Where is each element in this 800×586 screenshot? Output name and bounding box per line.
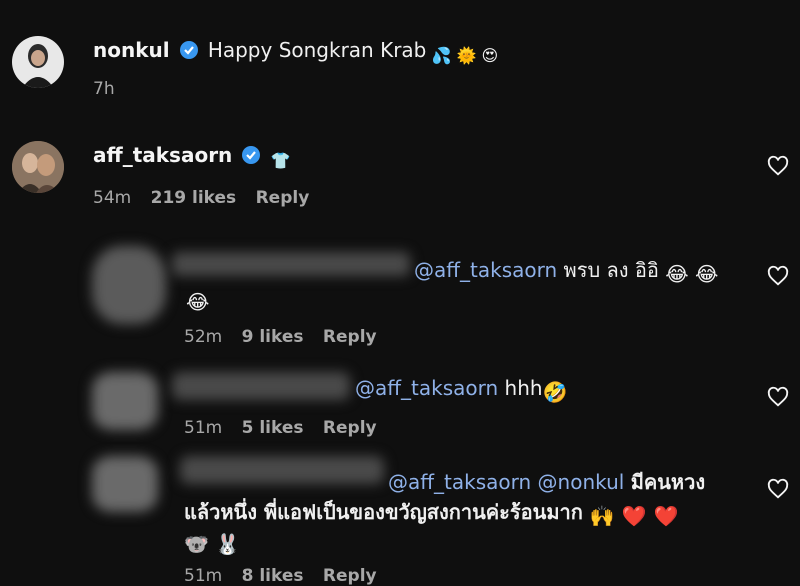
- reply-button[interactable]: Reply: [323, 327, 377, 347]
- rabbit-icon: 🐰: [215, 532, 241, 556]
- reply-time: 52m: [184, 327, 223, 347]
- comment-time: 54m: [93, 188, 132, 208]
- blurred-username: [172, 252, 410, 276]
- red-heart-icon: ❤️: [621, 504, 647, 528]
- reply-text-line: @aff_taksaorn พรบ ลง อิอิ 😂 😂: [414, 254, 718, 286]
- reply-meta: 51m 5 likes Reply: [184, 418, 377, 438]
- reply-text-line-2: แล้วหนึ่ง พี่แอฟเป็นของขวัญสงกานค่ะร้อนม…: [184, 496, 678, 528]
- reply-text: hhh: [504, 376, 543, 400]
- comment-username[interactable]: aff_taksaorn: [93, 143, 232, 167]
- verified-badge-icon: [241, 145, 261, 169]
- reply-text-line: @aff_taksaorn @nonkul มีคนหวง: [388, 466, 705, 498]
- like-heart-icon[interactable]: [767, 478, 789, 500]
- reply-likes[interactable]: 5 likes: [242, 418, 304, 438]
- reply-likes[interactable]: 8 likes: [242, 566, 304, 586]
- reply-avatar-blurred[interactable]: [92, 246, 166, 324]
- reply-time: 51m: [184, 418, 223, 438]
- reply-meta: 51m 8 likes Reply: [184, 566, 377, 586]
- shirt-icon: 👕: [270, 151, 291, 170]
- blurred-username: [180, 456, 384, 484]
- laughing-icon: 😂: [186, 290, 210, 314]
- reply-button[interactable]: Reply: [323, 418, 377, 438]
- blurred-username: [172, 372, 350, 400]
- post-username[interactable]: nonkul: [93, 38, 170, 62]
- post-caption-line: nonkul Happy Songkran Krab 💦 🌞 😍: [93, 38, 498, 65]
- reply-text: แล้วหนึ่ง พี่แอฟเป็นของขวัญสงกานค่ะร้อนม…: [184, 500, 583, 524]
- like-heart-icon[interactable]: [767, 386, 789, 408]
- reply-button[interactable]: Reply: [323, 566, 377, 586]
- comment-meta: 54m 219 likes Reply: [93, 188, 309, 208]
- reply-button[interactable]: Reply: [256, 188, 310, 208]
- reply-text-line-3: 🐨 🐰: [184, 528, 240, 556]
- reply-avatar-blurred[interactable]: [92, 372, 158, 430]
- reply-time: 51m: [184, 566, 223, 586]
- mention-link[interactable]: @aff_taksaorn: [414, 258, 557, 282]
- red-heart-icon: ❤️: [653, 504, 679, 528]
- reply-meta: 52m 9 likes Reply: [184, 327, 377, 347]
- person-icon: [22, 44, 54, 88]
- verified-badge-icon: [179, 40, 199, 64]
- reply-avatar-blurred[interactable]: [92, 456, 158, 512]
- reply-text: พรบ ลง อิอิ: [563, 258, 659, 282]
- reply-text: มีคนหวง: [630, 470, 706, 494]
- comment-likes[interactable]: 219 likes: [151, 188, 237, 208]
- reply-text-line-2: 😂: [186, 286, 209, 314]
- reply-likes[interactable]: 9 likes: [242, 327, 304, 347]
- heart-eyes-icon: 😍: [481, 46, 499, 65]
- comment-line: aff_taksaorn 👕: [93, 143, 290, 170]
- post-avatar[interactable]: [12, 36, 64, 88]
- like-heart-icon[interactable]: [767, 265, 789, 287]
- post-caption: Happy Songkran Krab: [207, 38, 427, 62]
- comment-avatar[interactable]: [12, 141, 64, 193]
- rofl-icon: 🤣: [542, 380, 568, 404]
- laughing-icon: 😂: [695, 262, 719, 286]
- post-time: 7h: [93, 79, 115, 99]
- water-drops-icon: 💦: [431, 46, 452, 65]
- mention-link[interactable]: @aff_taksaorn @nonkul: [388, 470, 624, 494]
- couple-photo-icon: [12, 141, 64, 193]
- mention-link[interactable]: @aff_taksaorn: [355, 376, 498, 400]
- like-heart-icon[interactable]: [767, 155, 789, 177]
- laughing-icon: 😂: [665, 262, 689, 286]
- raised-hands-icon: 🙌: [589, 504, 615, 528]
- koala-icon: 🐨: [184, 532, 209, 556]
- sun-icon: 🌞: [456, 46, 477, 65]
- reply-text-line: @aff_taksaorn hhh🤣: [355, 376, 567, 404]
